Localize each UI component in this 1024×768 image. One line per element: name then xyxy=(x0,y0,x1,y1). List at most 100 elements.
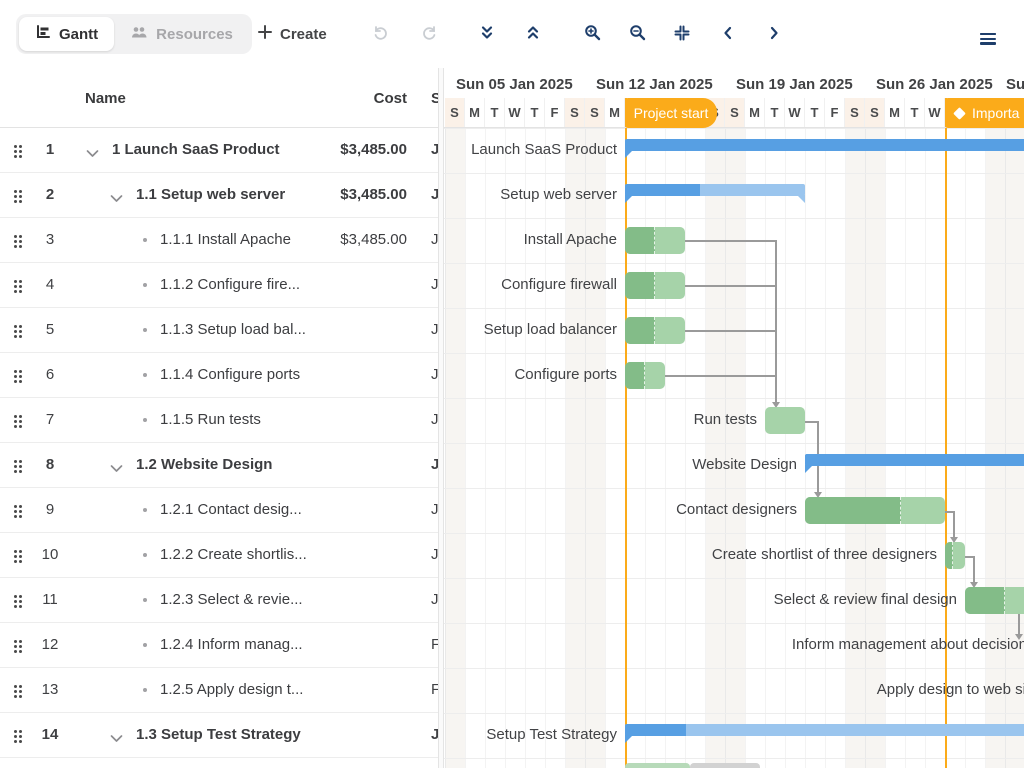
day-header-cell: T xyxy=(905,98,925,128)
drag-handle-icon[interactable] xyxy=(14,460,17,463)
chevron-down-icon[interactable] xyxy=(110,190,124,200)
undo-icon xyxy=(372,24,389,44)
task-bar[interactable] xyxy=(965,587,1024,614)
task-bar[interactable] xyxy=(765,407,805,434)
chevron-down-icon[interactable] xyxy=(110,460,124,470)
row-number: 4 xyxy=(33,276,67,293)
task-name: 1.2.1 Contact desig... xyxy=(160,501,302,518)
grid-line xyxy=(445,128,446,768)
parent-task-bar[interactable] xyxy=(625,139,1024,151)
drag-handle-icon[interactable] xyxy=(14,595,17,598)
task-progress xyxy=(965,587,1005,614)
parent-task-bar[interactable] xyxy=(625,184,805,196)
drag-handle-icon[interactable] xyxy=(14,190,17,193)
drag-handle-icon[interactable] xyxy=(14,505,17,508)
chevron-down-icon[interactable] xyxy=(110,730,124,740)
task-row[interactable]: 21.1 Setup web server$3,485.00J xyxy=(0,173,438,218)
day-header-cell: W xyxy=(785,98,805,128)
task-row[interactable]: 91.2.1 Contact desig...J xyxy=(0,488,438,533)
redo-button[interactable] xyxy=(411,16,447,52)
grid-line xyxy=(465,128,466,768)
task-bar[interactable] xyxy=(625,362,665,389)
column-header-cost[interactable]: Cost xyxy=(374,90,407,107)
bar-label: Select & review final design xyxy=(774,591,957,608)
dependency-line xyxy=(685,285,775,287)
day-header-cell: W xyxy=(925,98,945,128)
task-name: 1.2 Website Design xyxy=(136,456,272,473)
grid-line xyxy=(545,128,546,768)
leaf-bullet-icon xyxy=(143,328,147,332)
drag-handle-icon[interactable] xyxy=(14,415,17,418)
row-line xyxy=(444,128,1024,129)
task-row[interactable]: 141.3 Setup Test StrategyJ xyxy=(0,713,438,758)
task-bar[interactable] xyxy=(945,542,965,569)
drag-handle-icon[interactable] xyxy=(14,235,17,238)
dependency-line xyxy=(805,421,817,423)
task-row[interactable]: 121.2.4 Inform manag...F xyxy=(0,623,438,668)
zoom-in-button[interactable] xyxy=(574,16,610,52)
drag-handle-icon[interactable] xyxy=(14,685,17,688)
task-row[interactable]: 131.2.5 Apply design t...F xyxy=(0,668,438,713)
day-header-cell: M xyxy=(745,98,765,128)
day-header-cell: T xyxy=(485,98,505,128)
view-switcher: Gantt Resources xyxy=(16,14,252,54)
row-line xyxy=(444,713,1024,714)
shift-previous-button[interactable] xyxy=(710,16,746,52)
task-start-clipped: F xyxy=(431,636,438,653)
task-row[interactable]: 81.2 Website DesignJ xyxy=(0,443,438,488)
task-row[interactable]: 31.1.1 Install Apache$3,485.00J xyxy=(0,218,438,263)
drag-handle-icon[interactable] xyxy=(14,550,17,553)
task-bar[interactable] xyxy=(625,272,685,299)
column-header-start[interactable]: S xyxy=(431,90,438,107)
row-number: 3 xyxy=(33,231,67,248)
menu-button[interactable] xyxy=(970,16,1006,52)
task-row[interactable]: 71.1.5 Run testsJ xyxy=(0,398,438,443)
column-header-name[interactable]: Name xyxy=(85,90,126,107)
shift-next-button[interactable] xyxy=(756,16,792,52)
create-button[interactable]: Create xyxy=(258,16,327,52)
bar-label: Setup web server xyxy=(500,186,617,203)
weekend-shading xyxy=(445,128,465,768)
tab-resources[interactable]: Resources xyxy=(114,17,249,51)
drag-handle-icon[interactable] xyxy=(14,280,17,283)
task-row[interactable]: 11 Launch SaaS Product$3,485.00J xyxy=(0,128,438,173)
drag-handle-icon[interactable] xyxy=(14,640,17,643)
row-number: 14 xyxy=(33,726,67,743)
task-row[interactable]: 61.1.4 Configure portsJ xyxy=(0,353,438,398)
tab-resources-label: Resources xyxy=(156,26,233,43)
bar-label: Run tests xyxy=(694,411,757,428)
day-header-cell: S xyxy=(865,98,885,128)
task-start-clipped: J xyxy=(431,366,438,383)
parent-bar-left-cap xyxy=(625,195,633,203)
task-row[interactable]: 51.1.3 Setup load bal...J xyxy=(0,308,438,353)
collapse-all-button[interactable] xyxy=(515,16,551,52)
drag-handle-icon[interactable] xyxy=(14,145,17,148)
task-bar[interactable] xyxy=(625,317,685,344)
task-row[interactable]: 111.2.3 Select & revie...J xyxy=(0,578,438,623)
parent-task-bar[interactable] xyxy=(805,454,1024,466)
parent-progress xyxy=(625,724,686,736)
chevron-down-icon[interactable] xyxy=(86,145,100,155)
expand-all-button[interactable] xyxy=(469,16,505,52)
important-date-marker[interactable]: Importa xyxy=(945,98,1024,128)
task-progress xyxy=(625,272,655,299)
week-header-label: Su xyxy=(1006,76,1024,93)
task-cost: $3,485.00 xyxy=(340,186,407,203)
drag-handle-icon[interactable] xyxy=(14,370,17,373)
undo-button[interactable] xyxy=(362,16,398,52)
task-row[interactable]: 41.1.2 Configure fire...J xyxy=(0,263,438,308)
task-row[interactable]: 101.2.2 Create shortlis...J xyxy=(0,533,438,578)
bar-label: Setup Test Strategy xyxy=(486,726,617,743)
project-start-marker[interactable]: Project start xyxy=(625,98,717,128)
parent-task-bar[interactable] xyxy=(625,724,1024,736)
parent-bar-left-cap xyxy=(625,150,633,158)
drag-handle-icon[interactable] xyxy=(14,730,17,733)
drag-handle-icon[interactable] xyxy=(14,325,17,328)
task-bar[interactable] xyxy=(805,497,945,524)
tab-gantt[interactable]: Gantt xyxy=(19,17,114,51)
parent-bar-left-cap xyxy=(805,465,813,473)
row-line xyxy=(444,758,1024,759)
zoom-out-button[interactable] xyxy=(619,16,655,52)
task-bar[interactable] xyxy=(625,227,685,254)
zoom-to-fit-button[interactable] xyxy=(664,16,700,52)
